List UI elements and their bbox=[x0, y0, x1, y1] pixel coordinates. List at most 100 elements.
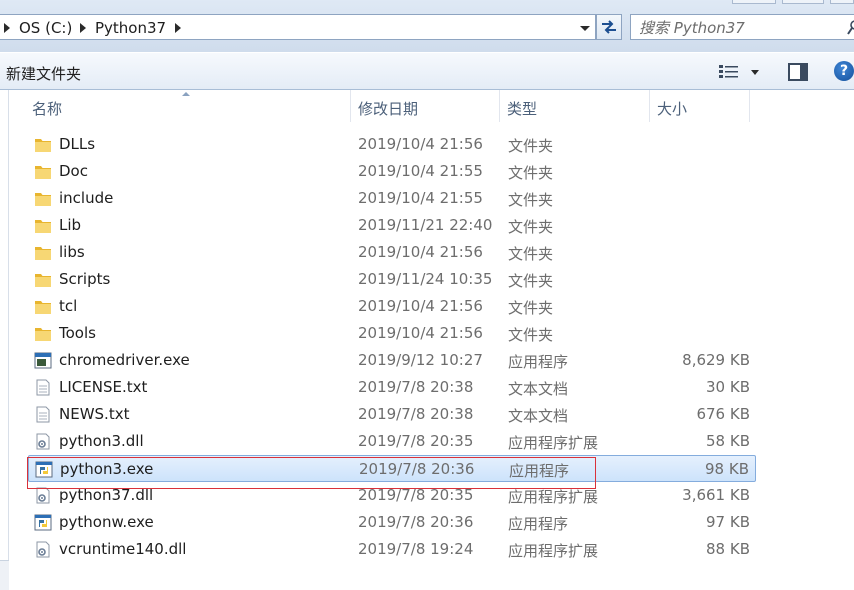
file-row[interactable]: python37.dll 2019/7/8 20:35 应用程序扩展 3,661 KB bbox=[28, 482, 756, 509]
file-type: 文件夹 bbox=[508, 272, 554, 290]
file-type: 应用程序 bbox=[509, 462, 570, 480]
file-name: Lib bbox=[59, 216, 82, 234]
file-type: 应用程序 bbox=[508, 353, 569, 371]
file-type: 文件夹 bbox=[508, 245, 554, 263]
navigation-pane-edge[interactable] bbox=[0, 90, 9, 590]
breadcrumb-arrow-icon[interactable] bbox=[175, 23, 181, 33]
file-name: Scripts bbox=[59, 270, 111, 288]
file-date: 2019/7/8 20:38 bbox=[358, 405, 474, 423]
file-date: 2019/10/4 21:55 bbox=[358, 162, 483, 180]
file-name: python3.dll bbox=[59, 432, 144, 450]
refresh-icon bbox=[602, 20, 616, 34]
nav-scroll-thumb[interactable] bbox=[0, 560, 9, 590]
preview-pane-button[interactable] bbox=[788, 63, 808, 81]
dll-file-icon bbox=[34, 541, 52, 558]
file-date: 2019/9/12 10:27 bbox=[358, 351, 483, 369]
file-row[interactable]: Lib 2019/11/21 22:40 文件夹 bbox=[28, 212, 756, 239]
column-header-size-label: 大小 bbox=[657, 100, 688, 118]
column-header-type[interactable]: 类型 bbox=[500, 90, 650, 122]
address-history-dropdown-icon[interactable] bbox=[580, 26, 590, 31]
file-name: chromedriver.exe bbox=[59, 351, 190, 369]
file-type: 应用程序扩展 bbox=[508, 488, 599, 506]
folder-icon bbox=[34, 271, 52, 288]
text-file-icon bbox=[34, 379, 52, 396]
file-row[interactable]: chromedriver.exe 2019/9/12 10:27 应用程序 8,629… bbox=[28, 347, 756, 374]
file-row[interactable]: NEWS.txt 2019/7/8 20:38 文本文档 676 KB bbox=[28, 401, 756, 428]
file-row[interactable]: Doc 2019/10/4 21:55 文件夹 bbox=[28, 158, 756, 185]
file-date: 2019/10/4 21:56 bbox=[358, 135, 483, 153]
view-dropdown-icon[interactable] bbox=[751, 70, 759, 75]
file-name: include bbox=[59, 189, 114, 207]
file-row[interactable]: tcl 2019/10/4 21:56 文件夹 bbox=[28, 293, 756, 320]
file-type: 文件夹 bbox=[508, 137, 554, 155]
file-type: 文本文档 bbox=[508, 380, 569, 398]
file-row[interactable]: include 2019/10/4 21:55 文件夹 bbox=[28, 185, 756, 212]
file-name: Tools bbox=[59, 324, 96, 342]
file-type: 文件夹 bbox=[508, 218, 554, 236]
file-name: vcruntime140.dll bbox=[59, 540, 187, 558]
file-date: 2019/7/8 20:35 bbox=[358, 486, 474, 504]
file-size: 8,629 KB bbox=[682, 351, 750, 369]
text-file-icon bbox=[34, 406, 52, 423]
folder-icon bbox=[34, 298, 52, 315]
file-name: tcl bbox=[59, 297, 78, 315]
search-icon[interactable] bbox=[847, 20, 854, 36]
window-button-stub[interactable] bbox=[782, 0, 824, 4]
column-header-date[interactable]: 修改日期 bbox=[351, 90, 500, 122]
console-app-icon bbox=[34, 352, 52, 369]
file-type: 应用程序 bbox=[508, 515, 569, 533]
breadcrumb-drive[interactable]: OS (C:) bbox=[19, 19, 72, 37]
folder-icon bbox=[34, 136, 52, 153]
file-type: 文件夹 bbox=[508, 326, 554, 344]
file-row[interactable]: pythonw.exe 2019/7/8 20:36 应用程序 97 KB bbox=[28, 509, 756, 536]
help-button[interactable]: ? bbox=[834, 61, 854, 81]
file-date: 2019/10/4 21:56 bbox=[358, 324, 483, 342]
file-row[interactable]: DLLs 2019/10/4 21:56 文件夹 bbox=[28, 131, 756, 158]
file-date: 2019/10/4 21:55 bbox=[358, 189, 483, 207]
folder-icon bbox=[34, 190, 52, 207]
breadcrumb-folder[interactable]: Python37 bbox=[95, 19, 166, 37]
file-row[interactable]: vcruntime140.dll 2019/7/8 19:24 应用程序扩展 88 K… bbox=[28, 536, 756, 563]
file-row[interactable]: LICENSE.txt 2019/7/8 20:38 文本文档 30 KB bbox=[28, 374, 756, 401]
file-type: 文件夹 bbox=[508, 164, 554, 182]
dll-file-icon bbox=[34, 433, 52, 450]
file-row[interactable]: Scripts 2019/11/24 10:35 文件夹 bbox=[28, 266, 756, 293]
file-row-selected[interactable]: python3.exe 2019/7/8 20:36 应用程序 98 KB bbox=[28, 455, 756, 482]
search-input[interactable] bbox=[639, 18, 829, 38]
python-exe-icon bbox=[34, 514, 52, 531]
address-strip: OS (C:) Python37 bbox=[0, 0, 854, 52]
column-header-name[interactable]: 名称 bbox=[10, 90, 351, 122]
file-name: Doc bbox=[59, 162, 88, 180]
file-type: 应用程序扩展 bbox=[508, 542, 599, 560]
file-name: python37.dll bbox=[59, 486, 154, 504]
file-date: 2019/7/8 20:35 bbox=[358, 432, 474, 450]
column-header-date-label: 修改日期 bbox=[358, 100, 419, 118]
folder-icon bbox=[34, 244, 52, 261]
file-name: LICENSE.txt bbox=[59, 378, 148, 396]
file-size: 88 KB bbox=[706, 540, 750, 558]
breadcrumb-arrow-icon[interactable] bbox=[4, 23, 10, 33]
dll-file-icon bbox=[34, 487, 52, 504]
file-name: python3.exe bbox=[60, 460, 154, 478]
file-date: 2019/7/8 19:24 bbox=[358, 540, 474, 558]
window-button-stub[interactable] bbox=[830, 0, 854, 4]
file-row[interactable]: python3.dll 2019/7/8 20:35 应用程序扩展 58 KB bbox=[28, 428, 756, 455]
file-row[interactable]: libs 2019/10/4 21:56 文件夹 bbox=[28, 239, 756, 266]
file-date: 2019/10/4 21:56 bbox=[358, 243, 483, 261]
file-type: 应用程序扩展 bbox=[508, 434, 599, 452]
column-header-size[interactable]: 大小 bbox=[650, 90, 750, 122]
new-folder-button[interactable]: 新建文件夹 bbox=[6, 63, 81, 84]
file-size: 676 KB bbox=[696, 405, 750, 423]
file-name: pythonw.exe bbox=[59, 513, 154, 531]
folder-icon bbox=[34, 325, 52, 342]
breadcrumb-arrow-icon[interactable] bbox=[80, 23, 86, 33]
file-size: 98 KB bbox=[705, 460, 749, 478]
address-bar[interactable]: OS (C:) Python37 bbox=[0, 14, 596, 40]
window-button-stub[interactable] bbox=[732, 0, 776, 4]
file-size: 30 KB bbox=[706, 378, 750, 396]
search-box[interactable] bbox=[630, 14, 854, 40]
refresh-button[interactable] bbox=[596, 14, 622, 40]
view-options-icon[interactable] bbox=[718, 63, 740, 81]
file-name: DLLs bbox=[59, 135, 96, 153]
file-row[interactable]: Tools 2019/10/4 21:56 文件夹 bbox=[28, 320, 756, 347]
